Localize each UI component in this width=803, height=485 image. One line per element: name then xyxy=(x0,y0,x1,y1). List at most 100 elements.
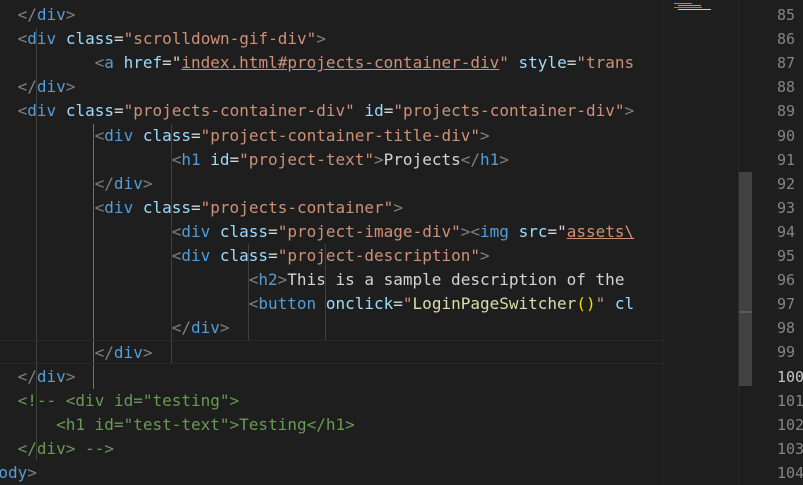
line-number: 93 xyxy=(777,198,796,217)
line-number: 100 xyxy=(777,367,803,386)
code-text: <!-- <div id="testing"> xyxy=(18,389,240,413)
code-token: > xyxy=(65,366,76,386)
code-token: class xyxy=(219,246,269,265)
code-token: = xyxy=(191,197,201,217)
vertical-scrollbar[interactable] xyxy=(738,0,753,485)
code-token: < xyxy=(171,246,182,265)
code-line[interactable]: </div> xyxy=(0,316,663,340)
code-line[interactable]: <h1 id="project-text">Projects</h1> xyxy=(0,148,663,172)
code-token: div xyxy=(104,125,134,145)
code-token: class xyxy=(142,125,192,145)
code-line[interactable]: /body> xyxy=(0,461,663,485)
code-text: <div class="projects-container-div" id="… xyxy=(18,99,635,123)
code-line[interactable]: <a href="index.html#projects-container-d… xyxy=(0,51,663,75)
code-token: img xyxy=(480,221,509,241)
code-token: assets\ xyxy=(566,221,635,241)
code-token: div xyxy=(104,197,134,217)
code-line[interactable]: <!-- <div id="testing"> xyxy=(0,389,663,413)
code-token: < xyxy=(171,221,182,241)
code-line[interactable]: </div> xyxy=(0,340,663,365)
code-token: div xyxy=(181,221,211,241)
line-number: 89 xyxy=(777,102,796,121)
code-token: <h1 id="test-text">Testing</h1> xyxy=(56,414,355,434)
code-token: "project-image-div" xyxy=(277,221,461,241)
code-token: < xyxy=(470,221,481,241)
code-token: </ xyxy=(17,77,37,97)
code-line[interactable]: <div class="project-description"> xyxy=(0,244,663,268)
line-number: 101 xyxy=(777,391,803,410)
line-number: 102 xyxy=(777,415,803,434)
code-text: <h1 id="test-text">Testing</h1> xyxy=(56,413,355,437)
code-token: div xyxy=(36,77,66,97)
code-token: < xyxy=(17,29,28,49)
code-token: "scrolldown-gif-div" xyxy=(123,29,317,49)
code-token: > xyxy=(142,173,153,193)
code-line[interactable]: </div> xyxy=(0,75,663,99)
code-line[interactable]: </div> xyxy=(0,365,663,389)
line-number: 92 xyxy=(777,174,796,193)
minimap[interactable] xyxy=(663,0,738,485)
code-line[interactable]: <div class="projects-container-div" id="… xyxy=(0,99,663,123)
code-line[interactable]: <h2>This is a sample description of the xyxy=(0,268,663,292)
line-number-gutter: 85 86 87 88 89 90 91 92 93 94 95 96 97 98 99 100 101 102 1… xyxy=(752,0,803,485)
code-token: <!-- <div id="testing"> xyxy=(17,390,240,410)
scrollbar-cursor-marker xyxy=(739,311,753,313)
code-token: > xyxy=(624,101,635,121)
code-line[interactable]: </div> --> xyxy=(0,437,663,461)
code-line[interactable]: <div class="scrolldown-gif-div"> xyxy=(0,27,663,51)
code-line[interactable]: <div class="project-image-div"><img src=… xyxy=(0,220,663,244)
code-token: Projects xyxy=(383,149,461,169)
code-token: href xyxy=(123,53,163,73)
code-line[interactable]: <h1 id="test-text">Testing</h1> xyxy=(0,413,663,437)
scrollbar-thumb[interactable] xyxy=(739,172,753,386)
code-text: </div> xyxy=(18,75,76,99)
code-token: class xyxy=(219,221,269,241)
code-token: div xyxy=(113,173,143,193)
code-text: </div> --> xyxy=(18,437,114,461)
line-number: 98 xyxy=(777,319,796,338)
code-text: </div> xyxy=(95,341,153,365)
line-number: 87 xyxy=(777,54,796,73)
code-token: </ xyxy=(460,149,480,169)
code-token: > xyxy=(219,318,230,338)
code-token: id xyxy=(210,149,230,169)
code-editor[interactable]: </div> <div class="scrolldown-gif-div"> <a… xyxy=(0,0,663,485)
code-text: <h2>This is a sample description of the xyxy=(249,268,625,292)
code-token: > xyxy=(499,149,509,169)
code-token: = xyxy=(113,101,124,121)
line-number: 85 xyxy=(777,6,796,24)
code-token: div xyxy=(190,318,220,338)
code-token: "projects-container-div" xyxy=(393,101,625,121)
code-token: This is a sample description of the xyxy=(287,270,625,290)
line-number: 91 xyxy=(777,150,796,169)
code-token: =" xyxy=(547,221,567,241)
code-token: div xyxy=(36,366,66,386)
line-number: 90 xyxy=(777,126,796,145)
code-token: > xyxy=(277,270,288,290)
code-text: <div class="project-container-title-div"… xyxy=(95,124,490,148)
code-token: = xyxy=(566,53,577,73)
code-line[interactable]: </div> xyxy=(0,3,663,27)
code-token: LoginPageSwitcher xyxy=(412,294,577,314)
line-number: 104 xyxy=(777,463,803,482)
code-token: "project-description" xyxy=(277,246,480,265)
code-token: class xyxy=(65,101,114,121)
code-line[interactable]: </div> xyxy=(0,172,663,196)
code-text: </div> xyxy=(18,365,76,389)
code-token: index.html#projects-container-div xyxy=(181,53,500,73)
code-line[interactable]: <div class="project-container-title-div"… xyxy=(0,124,663,148)
code-token: < xyxy=(248,294,259,314)
line-number: 88 xyxy=(777,78,796,97)
code-text: <button onclick="LoginPageSwitcher()" cl xyxy=(249,292,634,316)
code-token: < xyxy=(94,197,105,217)
line-number: 99 xyxy=(777,343,796,362)
code-line[interactable]: <div class="projects-container"> xyxy=(0,196,663,220)
code-line[interactable]: <button onclick="LoginPageSwitcher()" cl xyxy=(0,292,663,316)
code-token: div xyxy=(27,101,57,121)
code-token: id xyxy=(364,101,384,121)
